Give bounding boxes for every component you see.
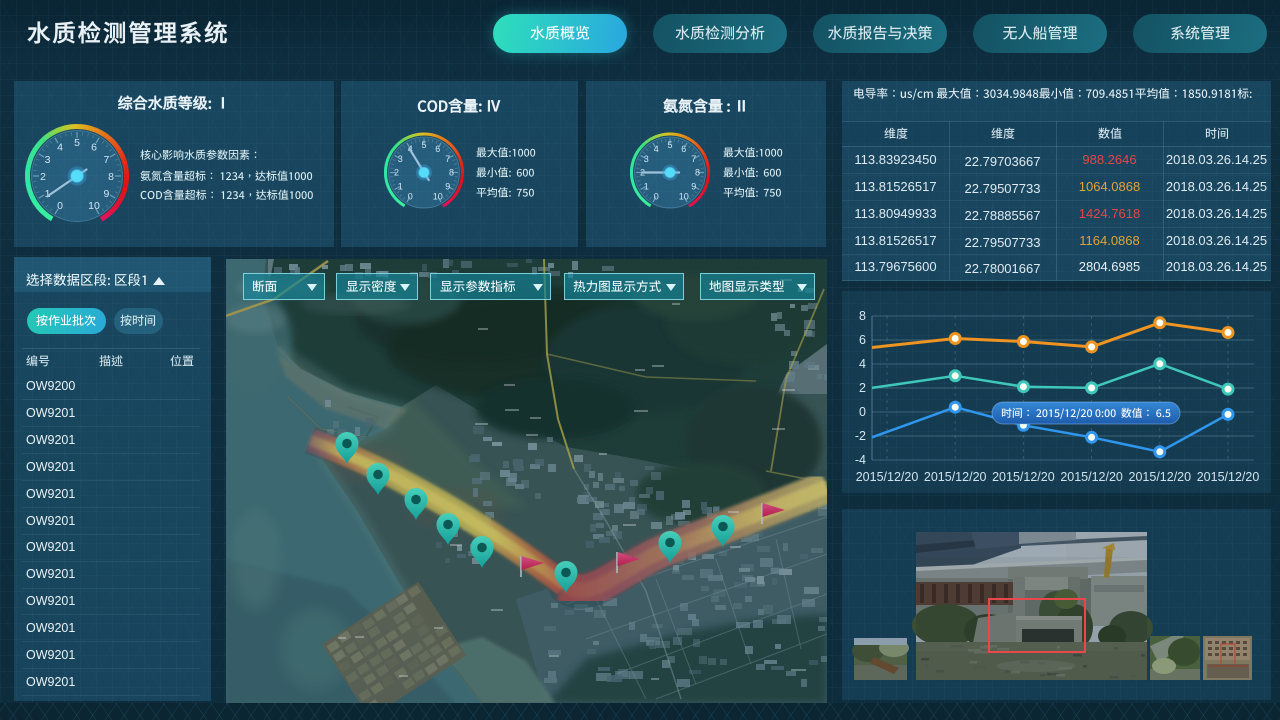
svg-text:3: 3: [398, 154, 403, 164]
svg-text:6: 6: [435, 144, 440, 154]
svg-text:3: 3: [45, 154, 51, 166]
svg-text:4: 4: [57, 141, 63, 153]
svg-text:10: 10: [679, 192, 689, 202]
svg-text:-4: -4: [855, 453, 866, 467]
svg-text:2015/12/20: 2015/12/20: [1197, 470, 1260, 484]
svg-text:2015/12/20: 2015/12/20: [1129, 470, 1192, 484]
svg-text:7: 7: [691, 154, 696, 164]
svg-text:1: 1: [644, 182, 649, 192]
svg-text:2015/12/20: 2015/12/20: [1060, 470, 1123, 484]
svg-text:9: 9: [445, 182, 450, 192]
svg-text:0: 0: [859, 405, 866, 419]
svg-text:0: 0: [408, 192, 413, 202]
svg-text:2015/12/20: 2015/12/20: [924, 470, 987, 484]
svg-text:5: 5: [667, 140, 672, 150]
svg-text:6: 6: [681, 144, 686, 154]
svg-text:0: 0: [57, 200, 63, 212]
svg-text:8: 8: [108, 171, 114, 183]
svg-text:5: 5: [74, 137, 80, 149]
svg-text:9: 9: [103, 188, 109, 200]
svg-text:5: 5: [421, 140, 426, 150]
svg-text:8: 8: [859, 309, 866, 323]
svg-text:6: 6: [859, 333, 866, 347]
svg-text:10: 10: [88, 200, 100, 212]
svg-text:7: 7: [445, 154, 450, 164]
svg-text:10: 10: [433, 192, 443, 202]
svg-text:-2: -2: [855, 429, 866, 443]
svg-text:7: 7: [103, 154, 109, 166]
svg-text:1: 1: [398, 182, 403, 192]
svg-text:2: 2: [40, 171, 46, 183]
svg-text:2015/12/20: 2015/12/20: [856, 470, 919, 484]
svg-text:2: 2: [394, 168, 399, 178]
svg-text:8: 8: [695, 168, 700, 178]
svg-text:9: 9: [691, 182, 696, 192]
svg-text:4: 4: [859, 357, 866, 371]
svg-text:3: 3: [644, 154, 649, 164]
svg-text:2015/12/20: 2015/12/20: [992, 470, 1055, 484]
svg-text:8: 8: [449, 168, 454, 178]
svg-text:2: 2: [859, 381, 866, 395]
svg-text:0: 0: [654, 192, 659, 202]
svg-text:4: 4: [654, 144, 659, 154]
svg-text:6: 6: [91, 141, 97, 153]
